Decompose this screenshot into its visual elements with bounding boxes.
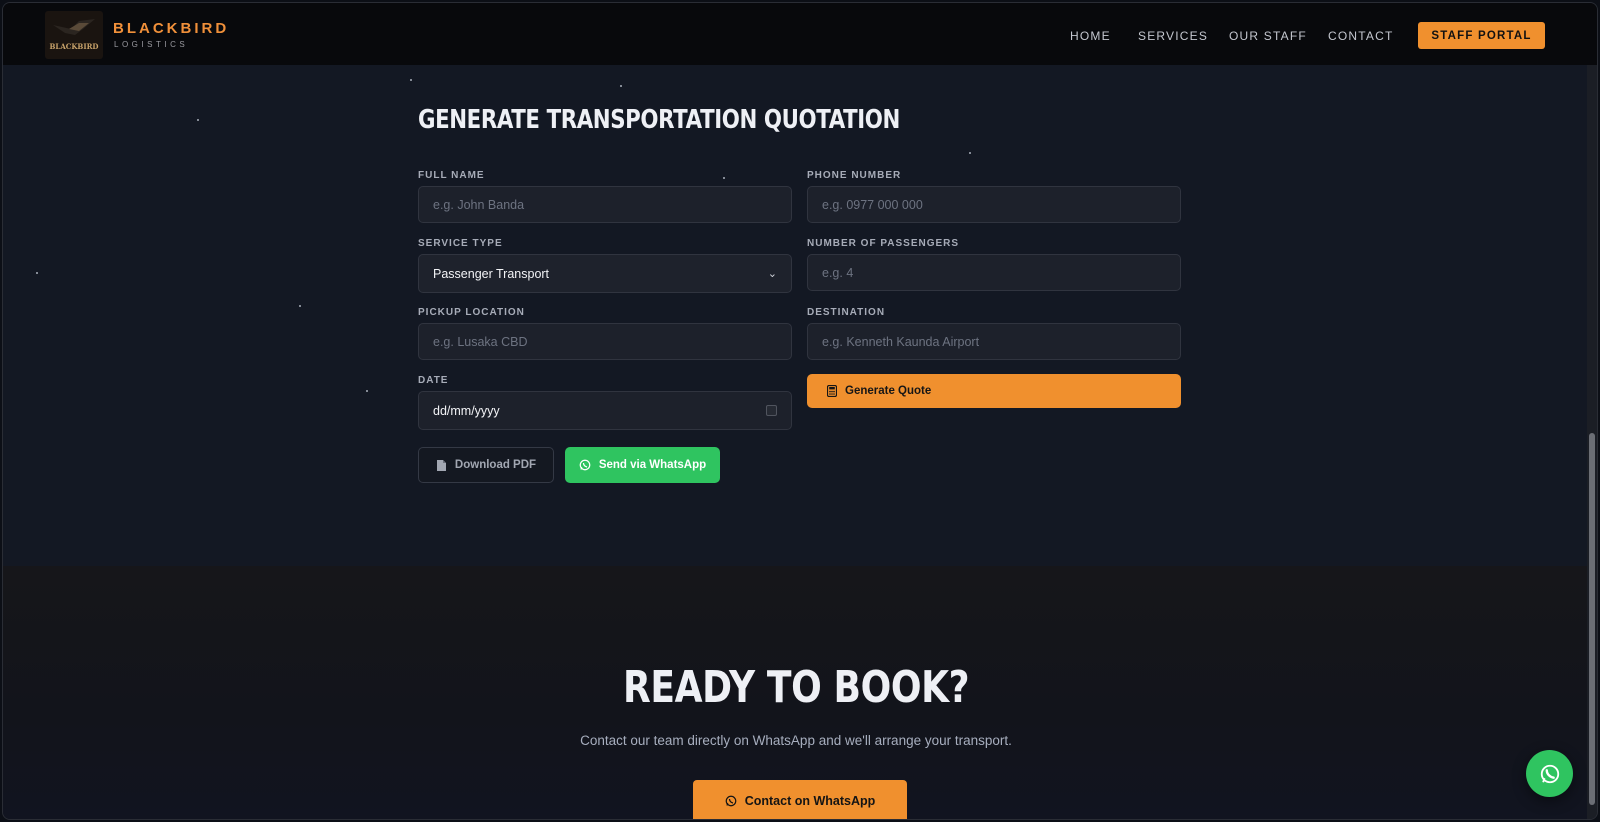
star-decoration — [620, 85, 622, 87]
browser-viewport: BLACKBIRD BLACKBIRD LOGISTICS HOME SERVI… — [2, 2, 1598, 820]
scrollbar-thumb[interactable] — [1589, 433, 1595, 805]
page-scrollbar[interactable] — [1587, 65, 1597, 819]
destination-label: DESTINATION — [807, 307, 886, 318]
blackbird-logo-icon: BLACKBIRD — [49, 19, 99, 51]
nav-contact[interactable]: CONTACT — [1328, 29, 1394, 43]
generate-quote-button[interactable]: Generate Quote — [807, 374, 1181, 408]
pickup-location-label: PICKUP LOCATION — [418, 307, 525, 318]
svg-text:BLACKBIRD: BLACKBIRD — [49, 42, 98, 51]
brand-logo[interactable]: BLACKBIRD — [45, 11, 103, 59]
quote-section-title: GENERATE TRANSPORTATION QUOTATION — [418, 105, 900, 135]
date-value: dd/mm/yyyy — [433, 403, 500, 418]
star-decoration — [410, 79, 412, 81]
date-label: DATE — [418, 375, 449, 386]
star-decoration — [723, 177, 725, 179]
full-name-input[interactable]: e.g. John Banda — [418, 186, 792, 223]
star-decoration — [36, 272, 38, 274]
file-pdf-icon — [436, 459, 446, 471]
service-type-value: Passenger Transport — [433, 266, 550, 281]
passengers-label: NUMBER OF PASSENGERS — [807, 238, 960, 249]
chevron-down-icon: ⌄ — [767, 268, 777, 280]
cta-description: Contact our team directly on WhatsApp an… — [580, 733, 1012, 748]
brand-name[interactable]: BLACKBIRD — [113, 20, 229, 37]
ready-to-book-section: READY TO BOOK? Contact our team directly… — [3, 566, 1589, 819]
star-decoration — [366, 390, 368, 392]
star-decoration — [969, 152, 971, 154]
pickup-location-input[interactable]: e.g. Lusaka CBD — [418, 323, 792, 360]
calculator-icon — [827, 385, 837, 397]
send-via-whatsapp-button[interactable]: Send via WhatsApp — [565, 447, 720, 483]
star-decoration — [299, 305, 301, 307]
whatsapp-icon — [579, 459, 591, 471]
top-navbar: BLACKBIRD BLACKBIRD LOGISTICS HOME SERVI… — [3, 3, 1597, 65]
nav-home[interactable]: HOME — [1070, 29, 1111, 43]
download-pdf-label: Download PDF — [454, 459, 537, 471]
passengers-input[interactable]: e.g. 4 — [807, 254, 1181, 291]
whatsapp-icon — [725, 795, 737, 806]
service-type-select[interactable]: Passenger Transport ⌄ — [418, 254, 792, 293]
star-decoration — [197, 119, 199, 121]
destination-input[interactable]: e.g. Kenneth Kaunda Airport — [807, 323, 1181, 360]
phone-number-label: PHONE NUMBER — [807, 170, 902, 181]
staff-portal-button[interactable]: STAFF PORTAL — [1418, 22, 1545, 49]
contact-on-whatsapp-label: Contact on WhatsApp — [744, 793, 876, 808]
full-name-label: FULL NAME — [418, 170, 485, 181]
calendar-icon[interactable] — [766, 405, 777, 416]
brand-tagline: LOGISTICS — [114, 40, 189, 49]
contact-on-whatsapp-button[interactable]: Contact on WhatsApp — [693, 780, 907, 819]
floating-whatsapp-button[interactable] — [1526, 750, 1573, 797]
nav-our-staff[interactable]: OUR STAFF — [1229, 29, 1307, 43]
generate-quote-label: Generate Quote — [845, 385, 932, 397]
service-type-label: SERVICE TYPE — [418, 238, 503, 249]
cta-title: READY TO BOOK? — [622, 662, 970, 713]
date-input[interactable]: dd/mm/yyyy — [418, 391, 792, 430]
phone-number-input[interactable]: e.g. 0977 000 000 — [807, 186, 1181, 223]
download-pdf-button[interactable]: Download PDF — [418, 447, 554, 483]
nav-services[interactable]: SERVICES — [1138, 29, 1208, 43]
whatsapp-icon — [1540, 764, 1559, 783]
send-via-whatsapp-label: Send via WhatsApp — [598, 459, 707, 471]
